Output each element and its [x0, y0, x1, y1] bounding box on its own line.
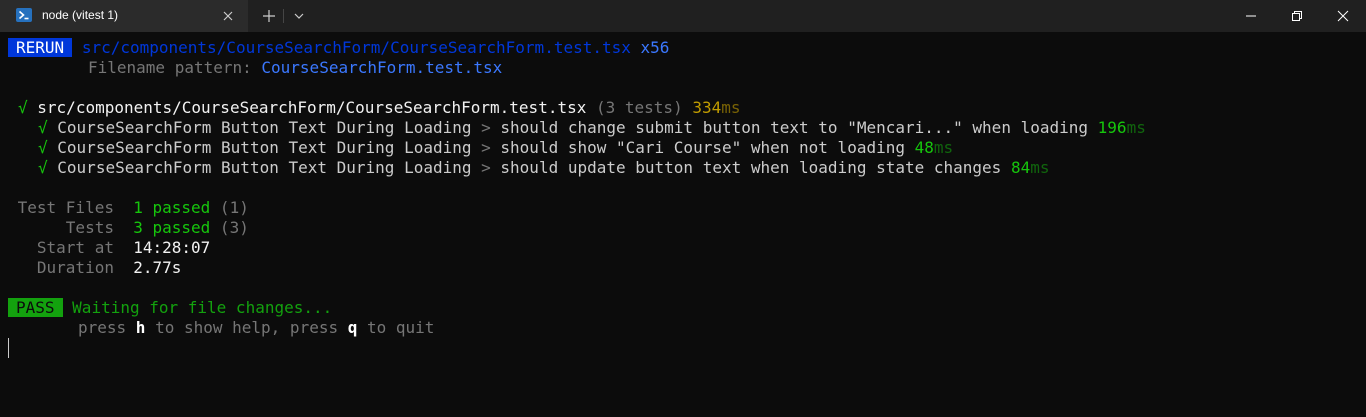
- suite-check-icon: √: [18, 98, 28, 117]
- summary-duration-line: Duration 2.77s: [8, 258, 182, 278]
- test-describe: CourseSearchForm Button Text During Load…: [57, 118, 472, 137]
- test-time-unit: ms: [933, 138, 954, 157]
- test-row: √ CourseSearchForm Button Text During Lo…: [38, 138, 953, 158]
- suite-time-unit: ms: [721, 98, 741, 117]
- terminal-output[interactable]: RERUN src/components/CourseSearchForm/Co…: [0, 32, 1366, 417]
- suite-test-count: (3 tests): [596, 98, 683, 117]
- summary-tests-passed: 3 passed: [133, 218, 211, 237]
- help-quit-text: to quit: [357, 318, 435, 337]
- summary-duration-label: Duration: [8, 258, 134, 277]
- rerun-path: src/components/CourseSearchForm/CourseSe…: [81, 38, 631, 57]
- rerun-badge: RERUN: [8, 38, 73, 57]
- test-name: should update button text when loading s…: [500, 158, 1002, 177]
- summary-files-line: Test Files 1 passed (1): [8, 198, 249, 218]
- close-icon[interactable]: [1320, 0, 1366, 32]
- summary-files-passed: 1 passed: [133, 198, 211, 217]
- test-time-value: 84: [1010, 158, 1031, 177]
- tab-close-icon[interactable]: [220, 8, 236, 24]
- terminal-tab[interactable]: node (vitest 1): [0, 0, 248, 32]
- test-time-unit: ms: [1030, 158, 1050, 177]
- title-bar: node (vitest 1): [0, 0, 1366, 32]
- test-name: should change submit button text to "Men…: [500, 118, 1089, 137]
- help-line: press h to show help, press q to quit: [78, 318, 434, 338]
- test-time-value: 48: [914, 138, 934, 157]
- terminal-window: node (vitest 1) RERUN src/components/Cou…: [0, 0, 1366, 417]
- summary-start-value: 14:28:07: [133, 238, 211, 257]
- test-check-icon: √: [38, 138, 48, 157]
- test-separator: >: [471, 118, 501, 137]
- test-separator: >: [471, 138, 501, 157]
- test-row: √ CourseSearchForm Button Text During Lo…: [38, 118, 1146, 138]
- summary-duration-value: 2.77s: [133, 258, 182, 277]
- pattern-label: Filename pattern:: [88, 58, 262, 77]
- chevron-down-icon[interactable]: [289, 6, 309, 26]
- suite-line: √ src/components/CourseSearchForm/Course…: [18, 98, 741, 118]
- test-separator: >: [471, 158, 501, 177]
- powershell-icon: [16, 8, 32, 22]
- summary-tests-label: Tests: [8, 218, 134, 237]
- test-time-value: 196: [1097, 118, 1127, 137]
- summary-files-label: Test Files: [8, 198, 134, 217]
- suite-time-value: 334: [692, 98, 722, 117]
- summary-start-line: Start at 14:28:07: [8, 238, 210, 258]
- test-row: √ CourseSearchForm Button Text During Lo…: [38, 158, 1049, 178]
- tab-title: node (vitest 1): [42, 8, 119, 22]
- test-name: should show "Cari Course" when not loadi…: [500, 138, 905, 157]
- summary-tests-total: (3): [210, 218, 249, 237]
- pattern-value: CourseSearchForm.test.tsx: [261, 58, 503, 77]
- suite-path: src/components/CourseSearchForm/CourseSe…: [37, 98, 587, 117]
- summary-start-label: Start at: [8, 238, 134, 257]
- test-describe: CourseSearchForm Button Text During Load…: [57, 158, 472, 177]
- summary-tests-line: Tests 3 passed (3): [8, 218, 249, 238]
- summary-files-total: (1): [210, 198, 249, 217]
- rerun-line: RERUN src/components/CourseSearchForm/Co…: [8, 38, 669, 58]
- test-check-icon: √: [38, 118, 48, 137]
- pass-status-line: PASS Waiting for file changes...: [8, 298, 332, 318]
- test-time-unit: ms: [1126, 118, 1146, 137]
- waiting-message: Waiting for file changes...: [72, 298, 333, 317]
- text-cursor: [8, 338, 9, 358]
- test-describe: CourseSearchForm Button Text During Load…: [57, 138, 472, 157]
- test-check-icon: √: [38, 158, 48, 177]
- help-text: to show help, press: [145, 318, 348, 337]
- restore-icon[interactable]: [1274, 0, 1320, 32]
- help-key-h: h: [135, 318, 146, 337]
- tab-separator: [283, 9, 284, 23]
- help-key-q: q: [347, 318, 358, 337]
- help-press: press: [78, 318, 136, 337]
- filename-pattern-line: Filename pattern: CourseSearchForm.test.…: [88, 58, 502, 78]
- minimize-icon[interactable]: [1228, 0, 1274, 32]
- new-tab-plus-icon[interactable]: [259, 6, 279, 26]
- pass-badge: PASS: [8, 298, 63, 317]
- rerun-count: x56: [640, 38, 670, 57]
